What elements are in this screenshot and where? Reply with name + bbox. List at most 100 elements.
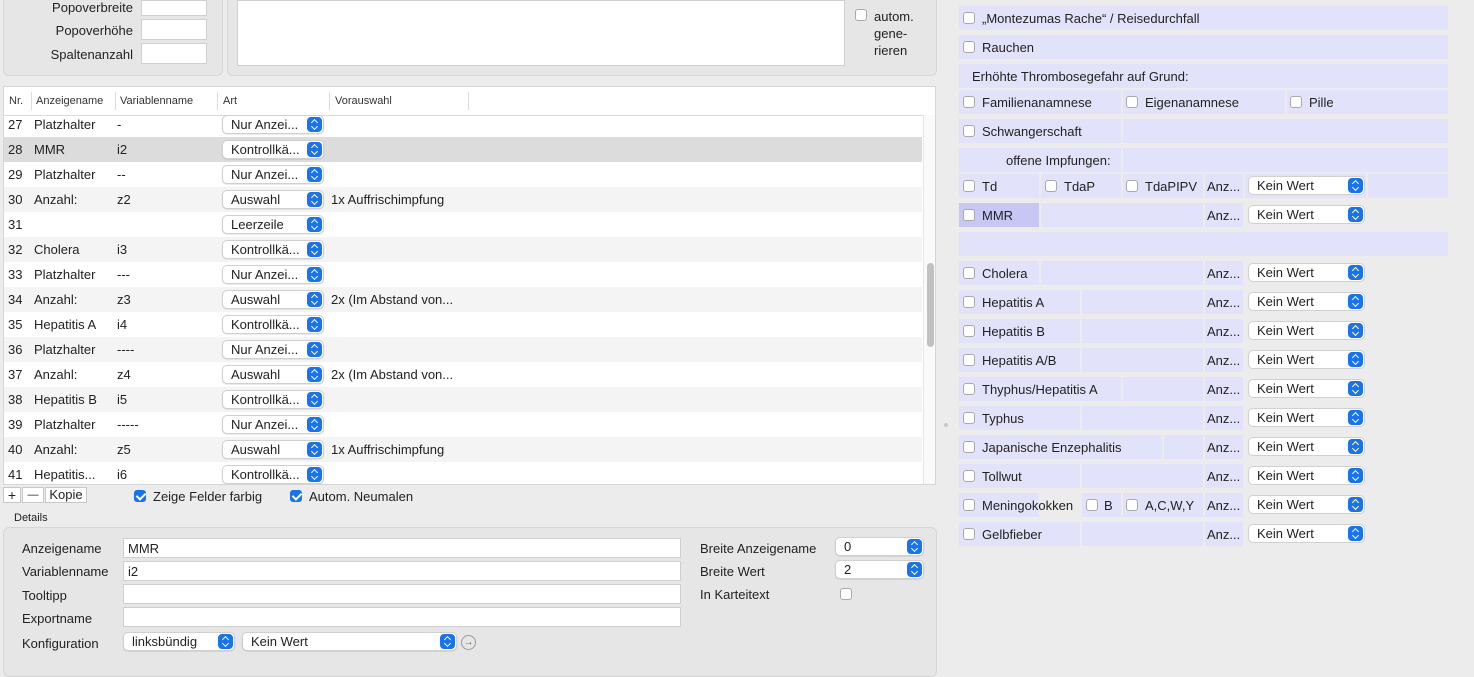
popover-height-input[interactable] [141, 19, 207, 40]
vaccine-checkbox[interactable] [963, 296, 975, 308]
colored-fields-checkbox[interactable] [134, 490, 146, 502]
cell-art-select[interactable]: Nur Anzei... [222, 165, 324, 184]
split-divider[interactable] [938, 0, 952, 677]
smoking-checkbox[interactable] [963, 41, 975, 53]
table-row[interactable]: 28 MMR i2 Kontrollkä... [4, 137, 922, 162]
vaccine-checkbox[interactable] [963, 470, 975, 482]
var-name-input[interactable]: i2 [123, 561, 681, 581]
vaccine-count-select[interactable]: Kein Wert [1248, 466, 1365, 485]
anz-label: Anz... [1207, 179, 1241, 194]
cell-art-select[interactable]: Auswahl [222, 290, 324, 309]
mmr-count-select[interactable]: Kein Wert [1248, 205, 1365, 224]
add-button[interactable]: + [3, 487, 21, 503]
table-row[interactable]: 27 Platzhalter - Nur Anzei... [4, 112, 922, 137]
table-scrollbar-thumb[interactable] [927, 263, 934, 347]
export-name-input[interactable] [123, 607, 681, 627]
cell-art-select[interactable]: Kontrollkä... [222, 240, 324, 259]
alignment-select[interactable]: linksbündig [123, 632, 235, 651]
vaccine-count-select[interactable]: Kein Wert [1248, 350, 1365, 369]
vaccine-count-select[interactable]: Kein Wert [1248, 379, 1365, 398]
tooltip-input[interactable] [123, 584, 681, 604]
cell-art-select[interactable]: Auswahl [222, 365, 324, 384]
vaccine-count-select[interactable]: Kein Wert [1248, 292, 1365, 311]
vaccine-checkbox[interactable] [963, 441, 975, 453]
tdapipv-checkbox[interactable] [1126, 180, 1138, 192]
cell-art-select[interactable]: Nur Anzei... [222, 115, 324, 134]
fields-table[interactable]: Nr. Anzeigename Variablenname Art Voraus… [3, 86, 936, 485]
table-row[interactable]: 41 Hepatitis... i6 Kontrollkä... [4, 462, 922, 484]
remove-button[interactable]: — [22, 487, 44, 503]
cell-art-select[interactable]: Nur Anzei... [222, 265, 324, 284]
goto-arrow-icon[interactable]: → [461, 635, 476, 650]
pill-checkbox[interactable] [1290, 96, 1302, 108]
cell-art-select[interactable]: Kontrollkä... [222, 140, 324, 159]
vaccine-count-select[interactable]: Kein Wert [1248, 437, 1365, 456]
cell-art-select[interactable]: Kontrollkä... [222, 390, 324, 409]
montezuma-checkbox[interactable] [963, 12, 975, 24]
vaccine-count-select[interactable]: Kein Wert [1248, 524, 1365, 543]
vaccine-count-select[interactable]: Kein Wert [1248, 321, 1365, 340]
table-row[interactable]: 34 Anzahl: z3 Auswahl 2x (Im Abstand von... [4, 287, 922, 312]
cell-var: i4 [117, 317, 128, 332]
vaccine-count-select[interactable]: Kein Wert [1248, 263, 1365, 282]
width-display-select[interactable]: 0 [835, 537, 924, 556]
vaccine-count-select[interactable]: Kein Wert [1248, 408, 1365, 427]
col-nr[interactable]: Nr. [9, 95, 23, 107]
vaccine-checkbox[interactable] [963, 383, 975, 395]
cell-art-select[interactable]: Kontrollkä... [222, 315, 324, 334]
cell-art-select[interactable]: Nur Anzei... [222, 340, 324, 359]
vaccine-checkbox[interactable] [963, 267, 975, 279]
vaccine-checkbox[interactable] [963, 528, 975, 540]
table-row[interactable]: 33 Platzhalter --- Nur Anzei... [4, 262, 922, 287]
tdap-checkbox[interactable] [1045, 180, 1057, 192]
cell-art-select[interactable]: Auswahl [222, 440, 324, 459]
col-variablenname[interactable]: Variablenname [120, 95, 193, 107]
table-row[interactable]: 32 Cholera i3 Kontrollkä... [4, 237, 922, 262]
table-row[interactable]: 40 Anzahl: z5 Auswahl 1x Auffrischimpfung [4, 437, 922, 462]
copy-button[interactable]: Kopie [45, 487, 87, 503]
chevron-updown-icon [307, 142, 322, 157]
column-count-input[interactable] [141, 43, 207, 64]
vaccine-checkbox[interactable] [963, 325, 975, 337]
script-textarea[interactable] [237, 0, 845, 66]
table-row[interactable]: 39 Platzhalter ----- Nur Anzei... [4, 412, 922, 437]
table-row[interactable]: 36 Platzhalter ---- Nur Anzei... [4, 337, 922, 362]
table-row[interactable]: 30 Anzahl: z2 Auswahl 1x Auffrischimpfung [4, 187, 922, 212]
cell-art-select[interactable]: Nur Anzei... [222, 415, 324, 434]
in-karteitext-checkbox[interactable] [840, 588, 852, 600]
vaccine-checkbox[interactable] [963, 412, 975, 424]
own-checkbox[interactable] [1126, 96, 1138, 108]
table-row[interactable]: 37 Anzahl: z4 Auswahl 2x (Im Abstand von... [4, 362, 922, 387]
display-name-input[interactable]: MMR [123, 538, 681, 558]
col-anzeigename[interactable]: Anzeigename [36, 95, 103, 107]
autogen-checkbox[interactable] [855, 9, 867, 21]
config-value-select[interactable]: Kein Wert [242, 632, 457, 651]
cell-art-value: Nur Anzei... [231, 117, 299, 132]
cell-art-select[interactable]: Auswahl [222, 190, 324, 209]
auto-repaint-checkbox[interactable] [290, 490, 302, 502]
mmr-checkbox[interactable] [963, 209, 975, 221]
cell-vorauswahl: 1x Auffrischimpfung [331, 192, 445, 207]
vaccine-checkbox[interactable] [963, 499, 975, 511]
mening-b-checkbox[interactable] [1086, 499, 1098, 511]
table-row[interactable]: 29 Platzhalter -- Nur Anzei... [4, 162, 922, 187]
table-row[interactable]: 35 Hepatitis A i4 Kontrollkä... [4, 312, 922, 337]
table-row[interactable]: 31 Leerzeile [4, 212, 922, 237]
cell-art-select[interactable]: Kontrollkä... [222, 465, 324, 484]
mening-acwy-checkbox[interactable] [1126, 499, 1138, 511]
table-scrollbar[interactable] [923, 115, 935, 484]
cell-art-select[interactable]: Leerzeile [222, 215, 324, 234]
width-value-select[interactable]: 2 [835, 560, 924, 579]
pregnancy-checkbox[interactable] [963, 125, 975, 137]
select-value: Kein Wert [1257, 207, 1314, 222]
td-checkbox[interactable] [963, 180, 975, 192]
family-checkbox[interactable] [963, 96, 975, 108]
col-vorauswahl[interactable]: Vorauswahl [335, 95, 392, 107]
table-row[interactable]: 38 Hepatitis B i5 Kontrollkä... [4, 387, 922, 412]
popover-width-input[interactable] [141, 0, 207, 16]
vaccine-count-select[interactable]: Kein Wert [1248, 495, 1365, 514]
td-count-select[interactable]: Kein Wert [1248, 176, 1365, 195]
split-handle-dot[interactable] [944, 423, 948, 427]
vaccine-checkbox[interactable] [963, 354, 975, 366]
col-art[interactable]: Art [223, 95, 237, 107]
